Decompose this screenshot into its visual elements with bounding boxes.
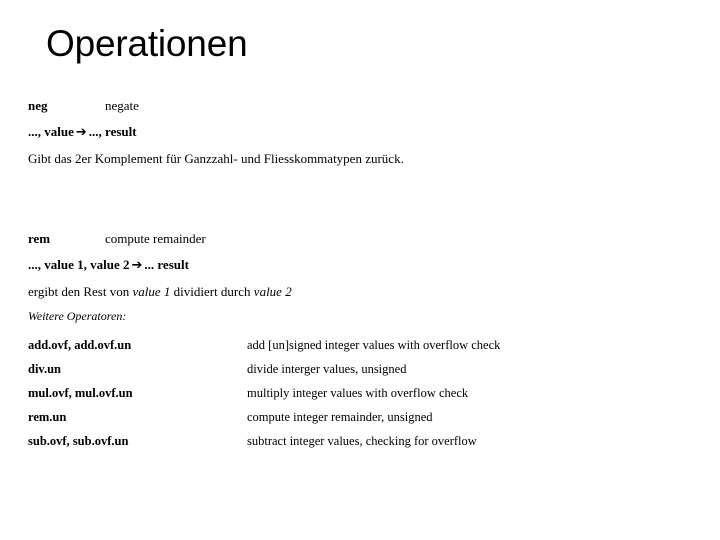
operation-header: rem compute remainder (0, 229, 720, 249)
operator-description-cell: subtract integer values, checking for ov… (247, 434, 477, 448)
operation-mnemonic: rem (28, 231, 51, 246)
signature-stack-after: ... result (144, 257, 189, 272)
table-row: add.ovf, add.ovf.un add [un]signed integ… (28, 333, 688, 357)
operator-description-cell: divide interger values, unsigned (247, 362, 407, 376)
operation-entry-rem: rem compute remainder ..., value 1, valu… (0, 229, 720, 302)
operator-description-cell: multiply integer values with overflow ch… (247, 386, 469, 400)
right-arrow-icon: ➔ (75, 125, 87, 140)
signature-stack-before: ..., value (28, 124, 74, 139)
table-row: mul.ovf, mul.ovf.un multiply integer val… (28, 381, 688, 405)
further-operators-table: add.ovf, add.ovf.un add [un]signed integ… (28, 333, 688, 453)
operation-gloss: negate (105, 98, 139, 113)
description-value-ref-2: value 2 (253, 284, 292, 299)
description-prefix: ergibt den Rest von (28, 284, 133, 299)
further-operators-table-body: add.ovf, add.ovf.un add [un]signed integ… (28, 333, 688, 453)
operation-description: ergibt den Rest von value 1 dividiert du… (28, 282, 720, 302)
slide-body: neg negate ..., value ➔..., result Gibt d… (0, 96, 720, 328)
operator-name-cell: div.un (28, 362, 62, 376)
signature-stack-after: ..., result (88, 124, 137, 139)
operator-description-cell: add [un]signed integer values with overf… (247, 338, 501, 352)
operator-name-cell: rem.un (28, 410, 67, 424)
table-row: div.un divide interger values, unsigned (28, 357, 688, 381)
operation-mnemonic: neg (28, 98, 48, 113)
signature-stack-before: ..., value 1, value 2 (28, 257, 130, 272)
operation-entry-neg: neg negate ..., value ➔..., result Gibt d… (0, 96, 720, 169)
operation-signature: ..., value 1, value 2 ➔... result (28, 255, 720, 276)
operator-name-cell: add.ovf, add.ovf.un (28, 338, 132, 352)
page-title: Operationen (46, 23, 248, 64)
further-operators-section: Weitere Operatoren: add.ovf, add.ovf.un … (0, 308, 720, 453)
right-arrow-icon: ➔ (131, 258, 143, 273)
operator-name-cell: mul.ovf, mul.ovf.un (28, 386, 133, 400)
table-row: sub.ovf, sub.ovf.un subtract integer val… (28, 429, 688, 453)
operator-name-cell: sub.ovf, sub.ovf.un (28, 434, 129, 448)
slide: Operationen neg negate ..., value ➔..., r… (0, 0, 720, 540)
operator-description-cell: compute integer remainder, unsigned (247, 410, 433, 424)
operation-header: neg negate (0, 96, 720, 116)
description-middle: dividiert durch (170, 284, 254, 299)
table-row: rem.un compute integer remainder, unsign… (28, 405, 688, 429)
operation-gloss: compute remainder (105, 231, 206, 246)
further-operators-heading: Weitere Operatoren: (28, 309, 127, 323)
operation-signature: ..., value ➔..., result (28, 122, 720, 143)
description-value-ref-1: value 1 (132, 284, 171, 299)
operation-description: Gibt das 2er Komplement für Ganzzahl- un… (28, 151, 404, 166)
